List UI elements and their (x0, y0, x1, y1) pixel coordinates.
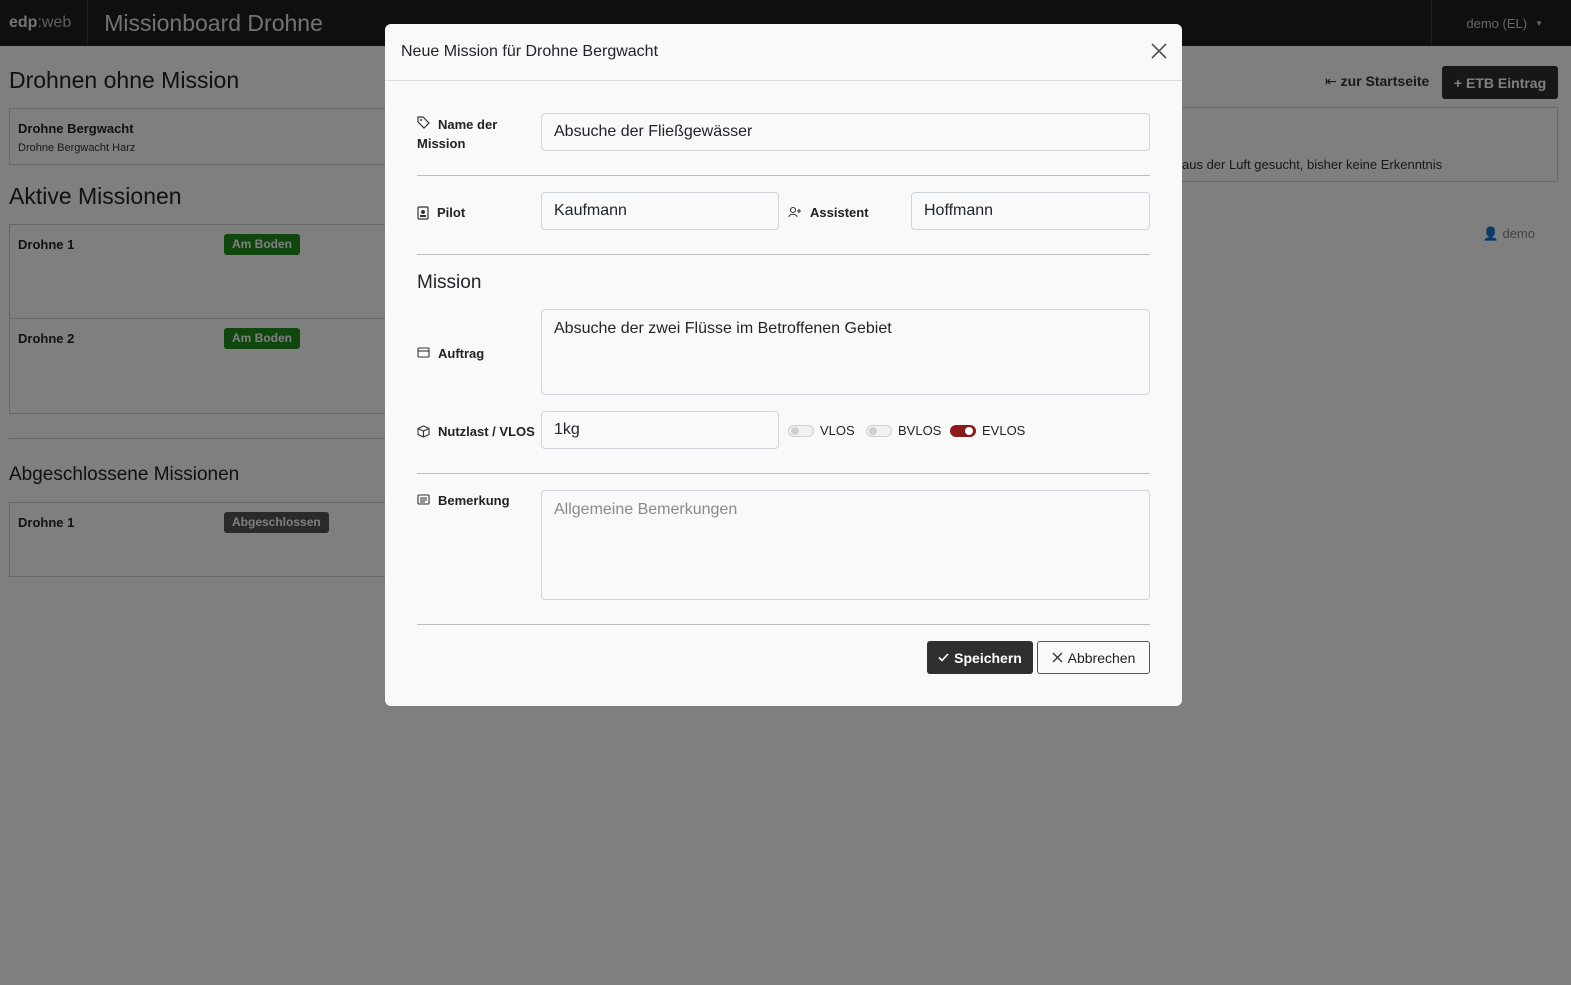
task-textarea[interactable]: Absuche der zwei Flüsse im Betroffenen G… (541, 309, 1150, 395)
pilot-label: Pilot (417, 205, 465, 220)
remark-label-text: Bemerkung (438, 493, 510, 508)
box-icon (417, 425, 430, 438)
save-button-label: Speichern (954, 649, 1022, 666)
task-label-text: Auftrag (438, 346, 485, 361)
dialog-header: Neue Mission für Drohne Bergwacht (385, 24, 1182, 81)
payload-input[interactable]: 1kg (541, 411, 779, 449)
vlos-toggle[interactable]: VLOS (788, 423, 855, 438)
evlos-toggle[interactable]: EVLOS (950, 423, 1025, 438)
pilot-label-text: Pilot (437, 205, 466, 220)
vlos-switch[interactable] (788, 424, 814, 437)
assistant-input[interactable]: Hoffmann (911, 192, 1150, 230)
check-icon (938, 653, 949, 662)
payload-label: Nutzlast / VLOS (417, 424, 535, 439)
form-divider (417, 254, 1150, 255)
bvlos-toggle[interactable]: BVLOS (866, 423, 941, 438)
assistant-label-text: Assistent (810, 205, 869, 220)
form-divider (417, 175, 1150, 176)
bvlos-switch[interactable] (866, 424, 892, 437)
form-divider (417, 624, 1150, 625)
tag-icon (417, 116, 430, 129)
cancel-button-label: Abbrechen (1067, 649, 1136, 666)
save-button[interactable]: Speichern (927, 641, 1033, 674)
evlos-label: EVLOS (982, 423, 1026, 438)
mission-name-input[interactable]: Absuche der Fließgewässer (541, 113, 1150, 151)
pilot-input[interactable]: Kaufmann (541, 192, 779, 230)
person-plus-icon (788, 206, 801, 218)
task-label: Auftrag (417, 346, 484, 361)
close-icon (1052, 652, 1063, 663)
cancel-button[interactable]: Abbrechen (1037, 641, 1150, 674)
notes-icon (417, 494, 430, 505)
new-mission-dialog: Neue Mission für Drohne Bergwacht Name d… (385, 24, 1182, 706)
vlos-label: VLOS (820, 423, 855, 438)
assistant-label: Assistent (788, 205, 869, 220)
mission-name-label-line1: Name der (438, 117, 498, 132)
evlos-switch[interactable] (950, 424, 976, 437)
close-icon[interactable] (1150, 42, 1168, 60)
bvlos-label: BVLOS (898, 423, 942, 438)
remark-label: Bemerkung (417, 493, 510, 508)
payload-label-text: Nutzlast / VLOS (438, 424, 535, 439)
mission-section-heading: Mission (417, 272, 482, 293)
mission-name-label-line2: Mission (417, 136, 466, 151)
dialog-title: Neue Mission für Drohne Bergwacht (401, 43, 659, 60)
mission-name-label: Name der Mission (417, 115, 527, 153)
id-badge-icon (417, 206, 429, 220)
remark-textarea[interactable]: Allgemeine Bemerkungen (541, 490, 1150, 600)
envelope-icon (417, 347, 430, 358)
form-divider (417, 473, 1150, 474)
